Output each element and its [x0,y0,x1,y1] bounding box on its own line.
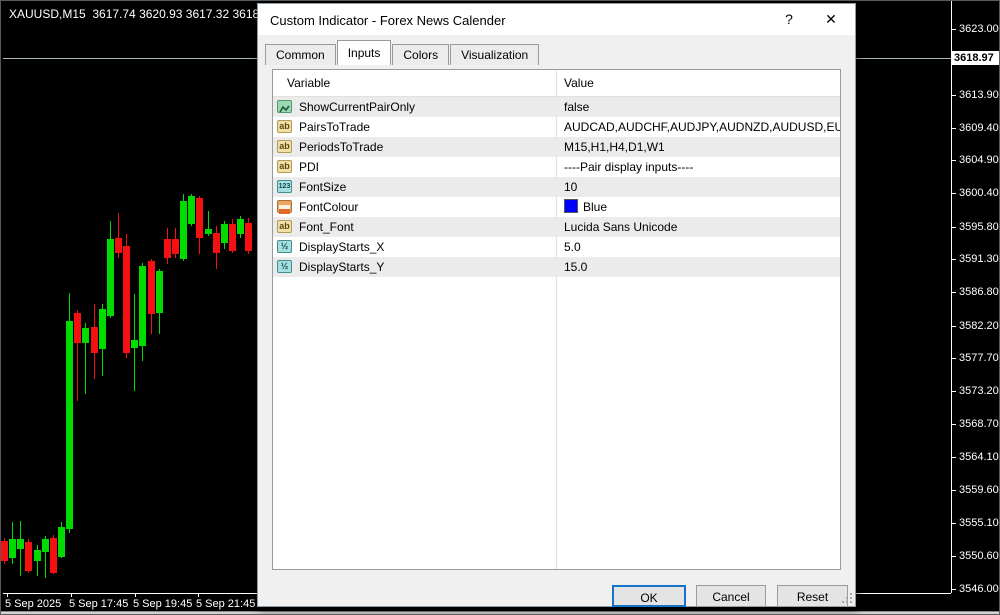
price-tick-label: 3586.80 [959,286,999,298]
variable-value[interactable]: Lucida Sans Unicode [564,217,677,237]
price-tick-label: 3546.00 [959,583,999,595]
variable-value[interactable]: Blue [564,197,607,217]
time-tick-label: 5 Sep 17:45 [69,598,129,610]
variable-value[interactable]: 10 [564,177,577,197]
time-tick-label: 5 Sep 2025 [5,598,62,610]
price-tick-label: 3582.20 [959,320,999,332]
price-tick-label: 3564.10 [959,451,999,463]
chart-symbol-ohlc-label: XAUUSD,M15 3617.74 3620.93 3617.32 3618.… [9,7,276,21]
column-header-variable: Variable [287,76,331,90]
price-tick-label: 3577.70 [959,352,999,364]
input-row-pdi[interactable]: ab PDI ----Pair display inputs---- [273,157,840,177]
resize-grip[interactable] [841,592,853,604]
custom-indicator-dialog: Custom Indicator - Forex News Calender ?… [257,3,856,607]
time-tick-label: 5 Sep 19:45 [133,598,193,610]
column-header-value: Value [564,76,594,90]
string-icon: ab [277,160,292,173]
inputs-table: Variable Value ShowCurrentPairOnly false a… [272,69,841,570]
dialog-title: Custom Indicator - Forex News Calender [270,13,506,28]
double-icon: ½ [277,240,292,253]
int-icon: 123 [277,180,292,193]
price-tick-label: 3609.40 [959,122,999,134]
variable-name: Font_Font [299,220,354,234]
price-tick-label: 3591.30 [959,253,999,265]
reset-button[interactable]: Reset [777,585,848,607]
variable-value[interactable]: 5.0 [564,237,581,257]
input-row-fontcolour[interactable]: FontColour Blue [273,197,840,217]
double-icon: ½ [277,260,292,273]
help-icon[interactable]: ? [775,8,803,30]
ok-button[interactable]: OK [612,585,686,607]
input-row-font_font[interactable]: ab Font_Font Lucida Sans Unicode [273,217,840,237]
input-row-pairstotrade[interactable]: ab PairsToTrade AUDCAD,AUDCHF,AUDJPY,AUDNZ… [273,117,840,137]
variable-name: DisplayStarts_Y [299,260,385,274]
input-row-periodstotrade[interactable]: ab PeriodsToTrade M15,H1,H4,D1,W1 [273,137,840,157]
string-icon: ab [277,140,292,153]
dialog-tabs: Common Inputs Colors Visualization [265,40,540,65]
price-tick-label: 3550.60 [959,550,999,562]
tab-inputs[interactable]: Inputs [336,40,392,65]
variable-value[interactable]: 15.0 [564,257,587,277]
price-tick-label: 3595.80 [959,221,999,233]
tab-common[interactable]: Common [265,44,336,65]
color-icon [277,200,292,214]
price-tick-label: 3613.90 [959,89,999,101]
input-row-fontsize[interactable]: 123 FontSize 10 [273,177,840,197]
cancel-button[interactable]: Cancel [696,585,766,607]
variable-name: PeriodsToTrade [299,140,384,154]
variable-value[interactable]: false [564,97,589,117]
variable-name: PairsToTrade [299,120,370,134]
tab-colors[interactable]: Colors [392,44,450,65]
bool-icon [277,100,292,113]
mt4-window: XAUUSD,M15 3617.74 3620.93 3617.32 3618.… [0,0,1000,615]
string-icon: ab [277,220,292,233]
variable-value[interactable]: ----Pair display inputs---- [564,157,693,177]
variable-name: FontSize [299,180,347,194]
input-row-showcurrentpaironly[interactable]: ShowCurrentPairOnly false [273,97,840,117]
current-price-tag: 3618.97 [952,51,999,65]
price-tick-label: 3573.20 [959,385,999,397]
price-tick-label: 3568.70 [959,418,999,430]
window-bottom-edge [1,611,999,614]
tab-visualization[interactable]: Visualization [450,44,540,65]
variable-value[interactable]: AUDCAD,AUDCHF,AUDJPY,AUDNZD,AUDUSD,EUR..… [564,117,840,137]
price-tick-label: 3559.60 [959,484,999,496]
price-tick-label: 3555.10 [959,517,999,529]
input-row-displaystarts_y[interactable]: ½ DisplayStarts_Y 15.0 [273,257,840,277]
price-tick-label: 3604.90 [959,154,999,166]
dialog-titlebar[interactable]: Custom Indicator - Forex News Calender ?… [258,4,855,35]
variable-name: PDI [299,160,320,174]
variable-name: DisplayStarts_X [299,240,385,254]
table-header: Variable Value [273,70,840,97]
variable-name: ShowCurrentPairOnly [299,100,416,114]
time-tick-label: 5 Sep 21:45 [196,598,256,610]
variable-value[interactable]: M15,H1,H4,D1,W1 [564,137,665,157]
color-swatch [564,199,578,213]
input-row-displaystarts_x[interactable]: ½ DisplayStarts_X 5.0 [273,237,840,257]
price-tick-label: 3623.00 [959,23,999,35]
close-icon[interactable]: ✕ [817,8,845,30]
variable-name: FontColour [299,200,359,214]
price-tick-label: 3600.40 [959,187,999,199]
string-icon: ab [277,120,292,133]
